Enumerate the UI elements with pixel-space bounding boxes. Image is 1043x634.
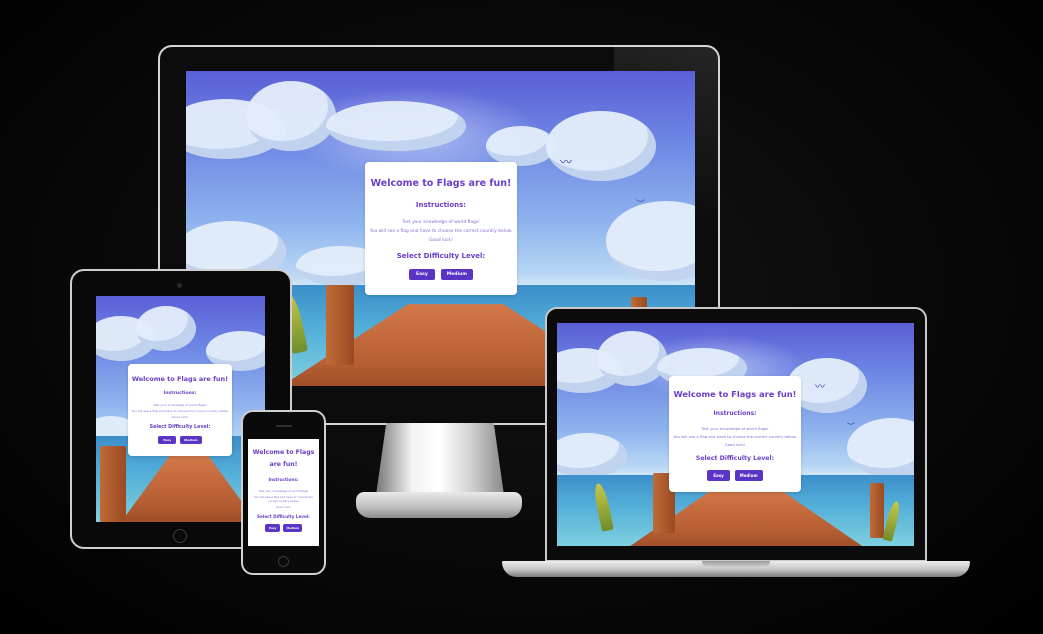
instructions-text: You will see a flag and have to choose t… [254, 495, 313, 503]
instructions-text: Good luck! [171, 415, 189, 419]
bird-icon: 〰 [815, 382, 825, 393]
monitor-stand-neck [376, 423, 504, 495]
medium-button[interactable]: Medium [440, 269, 473, 280]
easy-button[interactable]: Easy [409, 269, 435, 280]
medium-button[interactable]: Medium [180, 436, 202, 444]
modal-title: Welcome to Flags are fun! [370, 178, 512, 189]
easy-button[interactable]: Easy [707, 470, 730, 481]
difficulty-heading: Select Difficulty Level: [396, 252, 486, 260]
home-button [278, 556, 289, 567]
difficulty-heading: Select Difficulty Level: [257, 514, 310, 519]
instructions-text: Test your knowledge of world flags! [402, 220, 480, 225]
easy-button[interactable]: Easy [158, 436, 177, 444]
instructions-heading: Instructions: [268, 477, 299, 482]
welcome-modal: Welcome to Flags are fun! Instructions: … [128, 364, 232, 456]
instructions-text: Test your knowledge of world flags! [153, 403, 207, 407]
medium-button[interactable]: Medium [734, 470, 763, 481]
bird-icon: ︶ [636, 200, 646, 210]
instructions-text: Good luck! [724, 442, 746, 447]
laptop-notch [702, 561, 770, 567]
modal-title: Welcome to Flags are fun! [131, 375, 229, 383]
speaker-icon [276, 425, 292, 427]
instructions-heading: Instructions: [163, 391, 197, 396]
modal-title: Welcome to Flags are fun! [252, 449, 315, 468]
medium-button[interactable]: Medium [283, 524, 302, 532]
tablet-screen: Welcome to Flags are fun! Instructions: … [96, 296, 265, 522]
laptop-screen: 〰 ︶ Welcome to Flags are fun! Instructio… [557, 323, 914, 546]
welcome-modal: Welcome to Flags are fun! Instructions: … [248, 439, 319, 546]
difficulty-heading: Select Difficulty Level: [695, 455, 775, 462]
modal-title: Welcome to Flags are fun! [673, 389, 797, 399]
instructions-heading: Instructions: [713, 410, 757, 417]
easy-button[interactable]: Easy [265, 524, 281, 532]
instructions-text: You will see a flag and have to choose t… [369, 229, 513, 234]
instructions-text: Test your knowledge of world flags! [701, 426, 769, 431]
bird-icon: 〰 [560, 155, 573, 169]
instructions-text: Good luck! [429, 238, 453, 243]
difficulty-heading: Select Difficulty Level: [149, 425, 211, 430]
instructions-text: Good luck! [275, 505, 292, 509]
bird-icon: ︶ [847, 422, 855, 431]
home-button [173, 529, 187, 543]
camera-icon [177, 283, 182, 288]
instructions-text: Test your knowledge of world flags! [258, 489, 309, 493]
welcome-modal: Welcome to Flags are fun! Instructions: … [365, 162, 517, 295]
instructions-text: You will see a flag and have to choose t… [673, 434, 797, 439]
phone-screen: Welcome to Flags are fun! Instructions: … [248, 439, 319, 546]
instructions-text: You will see a flag and have to choose t… [131, 409, 229, 413]
monitor-stand-base [356, 492, 522, 518]
instructions-heading: Instructions: [415, 201, 467, 209]
welcome-modal: Welcome to Flags are fun! Instructions: … [669, 376, 801, 492]
